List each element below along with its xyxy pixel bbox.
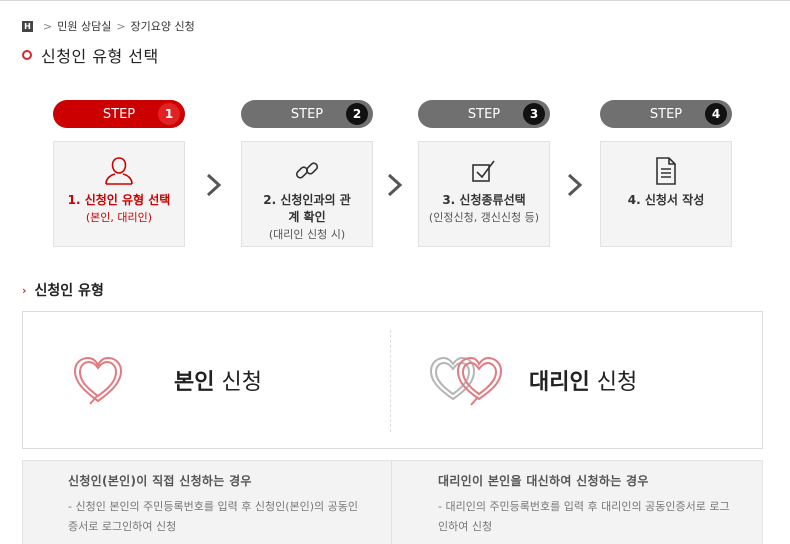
step-4-box: 4. 신청서 작성 — [600, 141, 732, 247]
step-number: 4 — [705, 103, 727, 125]
step-3-pill: STEP 3 — [418, 100, 550, 128]
step-2-box: 2. 신청인과의 관계 확인 (대리인 신청 시) — [241, 141, 373, 247]
step-subtitle: (인정신청, 갱신신청 등) — [428, 211, 540, 224]
breadcrumb-separator: > — [43, 19, 53, 33]
section-title: › 신청인 유형 — [22, 280, 104, 300]
step-subtitle: (대리인 신청 시) — [268, 228, 346, 241]
self-description: 신청인(본인)이 직접 신청하는 경우 - 신청인 본인의 주민등록번호를 입력… — [23, 461, 393, 544]
section-title-text: 신청인 유형 — [34, 283, 104, 299]
chevron-right-icon — [206, 173, 222, 197]
page-title-text: 신청인 유형 선택 — [41, 47, 159, 66]
step-label: STEP — [290, 106, 324, 122]
proxy-description-body: - 대리인의 주민등록번호를 입력 후 대리인의 공동인증서로 로그인하여 신청 — [438, 500, 730, 533]
description-panel: 신청인(본인)이 직접 신청하는 경우 - 신청인 본인의 주민등록번호를 입력… — [22, 460, 763, 544]
step-label: STEP — [467, 106, 501, 122]
type-divider — [390, 330, 391, 432]
step-label: STEP — [102, 106, 136, 122]
proxy-apply-label: 대리인 신청 — [529, 364, 637, 396]
step-3-box: 3. 신청종류선택 (인정신청, 갱신신청 등) — [418, 141, 550, 247]
step-1-box: 1. 신청인 유형 선택 (본인, 대리인) — [53, 141, 185, 247]
step-title: 3. 신청종류선택 — [442, 193, 526, 207]
checkbox-icon — [467, 156, 501, 186]
step-label: STEP — [649, 106, 683, 122]
proxy-description-title: 대리인이 본인을 대신하여 신청하는 경우 — [438, 474, 649, 488]
step-2-text: 2. 신청인과의 관계 확인 (대리인 신청 시) — [261, 192, 353, 243]
double-heart-icon — [429, 356, 503, 406]
chevron-bullet-icon: › — [22, 283, 27, 297]
proxy-description: 대리인이 본인을 대신하여 신청하는 경우 - 대리인의 주민등록번호를 입력 … — [391, 461, 761, 544]
breadcrumb-separator: > — [116, 19, 126, 33]
link-icon — [290, 156, 324, 186]
step-number: 3 — [523, 103, 545, 125]
chevron-right-icon — [387, 173, 403, 197]
step-subtitle: (본인, 대리인) — [85, 211, 153, 224]
applicant-type-panel: 본인 신청 대리인 신청 — [22, 311, 763, 449]
step-1-pill: STEP 1 — [53, 100, 185, 128]
self-apply-option[interactable]: 본인 신청 — [23, 312, 383, 448]
heart-icon — [73, 356, 123, 405]
circle-bullet-icon — [22, 50, 32, 60]
breadcrumb: H > 민원 상담실 > 장기요양 신청 — [22, 19, 195, 33]
self-apply-bold: 본인 — [174, 370, 215, 395]
self-apply-rest: 신청 — [214, 370, 262, 395]
step-number: 2 — [346, 103, 368, 125]
chevron-right-icon — [567, 173, 583, 197]
step-1-text: 1. 신청인 유형 선택 (본인, 대리인) — [68, 192, 171, 226]
home-icon[interactable]: H — [22, 20, 33, 32]
step-title: 2. 신청인과의 관계 확인 — [263, 193, 351, 224]
step-4-text: 4. 신청서 작성 — [628, 192, 704, 209]
step-4-pill: STEP 4 — [600, 100, 732, 128]
self-apply-label: 본인 신청 — [174, 364, 262, 396]
breadcrumb-item-consult[interactable]: 민원 상담실 — [57, 18, 111, 34]
step-title: 1. 신청인 유형 선택 — [67, 193, 171, 207]
proxy-apply-bold: 대리인 — [529, 370, 590, 395]
proxy-apply-rest: 신청 — [589, 370, 638, 395]
step-title: 4. 신청서 작성 — [627, 193, 705, 207]
step-2-pill: STEP 2 — [241, 100, 373, 128]
person-icon — [102, 156, 136, 186]
page-title: 신청인 유형 선택 — [22, 43, 159, 67]
self-description-body: - 신청인 본인의 주민등록번호를 입력 후 신청인(본인)의 공동인증서로 로… — [68, 500, 359, 533]
document-icon — [649, 156, 683, 186]
self-description-title: 신청인(본인)이 직접 신청하는 경우 — [68, 474, 252, 488]
step-3-text: 3. 신청종류선택 (인정신청, 갱신신청 등) — [429, 192, 539, 226]
breadcrumb-item-ltc-apply[interactable]: 장기요양 신청 — [131, 18, 195, 34]
proxy-apply-option[interactable]: 대리인 신청 — [393, 312, 753, 448]
step-number: 1 — [158, 103, 180, 125]
top-border — [0, 0, 790, 5]
